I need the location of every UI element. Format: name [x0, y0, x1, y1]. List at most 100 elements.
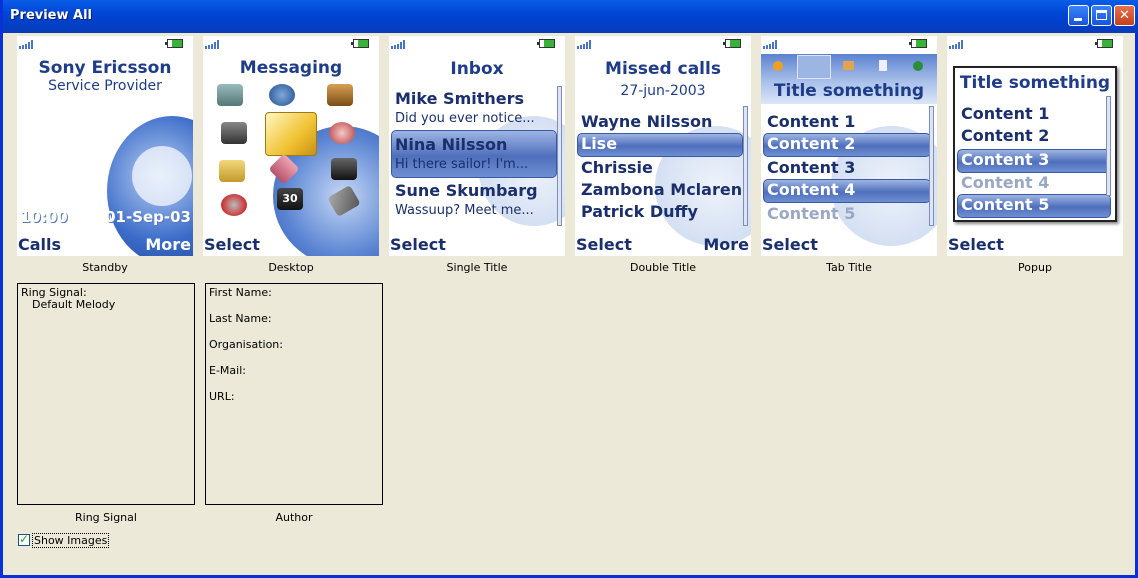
list-item[interactable]: Chrissie	[581, 158, 653, 177]
tab-globe-icon[interactable]	[913, 61, 923, 71]
list-item[interactable]: Content 2	[767, 134, 855, 153]
list-item[interactable]: Content 4	[961, 173, 1049, 192]
desktop-title: Messaging	[239, 58, 343, 78]
standby-preview: Sony Ericsson Service Provider 10:00 01-…	[17, 36, 193, 256]
ring-signal-caption: Ring Signal	[75, 511, 137, 524]
list-item[interactable]: Content 1	[961, 104, 1049, 123]
desktop-preview: Messaging 30 Select	[203, 36, 379, 256]
internet-icon[interactable]	[269, 84, 295, 106]
standby-subtitle: Service Provider	[48, 78, 162, 94]
single-title: Inbox	[450, 59, 504, 79]
tab-title: Title something	[773, 81, 925, 101]
entertainment-icon[interactable]	[327, 84, 353, 106]
show-images-checkbox[interactable]: ✓	[18, 532, 30, 546]
tab-selected-icon[interactable]	[797, 55, 831, 79]
battery-icon	[723, 39, 741, 48]
show-images-label[interactable]: Show Images	[32, 533, 110, 548]
radio-icon[interactable]	[331, 158, 357, 180]
tab-left-softkey[interactable]: Select	[762, 235, 818, 254]
list-item-name[interactable]: Nina Nilsson	[395, 135, 507, 154]
tab-smiley-icon[interactable]	[773, 61, 783, 71]
minimize-button[interactable]	[1068, 5, 1089, 26]
tab-mail-icon[interactable]	[843, 61, 854, 70]
standby-title: Sony Ericsson	[38, 58, 172, 78]
url-label: URL:	[209, 390, 235, 403]
list-item[interactable]: Lise	[581, 134, 617, 153]
popup-preview: Title something Content 1 Content 2 Cont…	[947, 36, 1123, 256]
list-item[interactable]: Patrick Duffy	[581, 202, 698, 221]
minimize-icon	[1074, 18, 1082, 21]
standby-left-softkey[interactable]: Calls	[18, 235, 61, 254]
double-title: Missed calls	[605, 59, 721, 79]
ring-signal-panel[interactable]: Ring Signal: Default Melody	[17, 283, 195, 505]
list-item-preview: Hi there sailor! I'm...	[395, 157, 529, 172]
list-item[interactable]: Content 3	[961, 150, 1049, 169]
media-icon[interactable]	[329, 122, 355, 144]
list-item-preview: Did you ever notice...	[395, 111, 535, 126]
signal-icon	[205, 40, 225, 49]
standby-right-softkey[interactable]: More	[145, 235, 191, 254]
organisation-label: Organisation:	[209, 338, 283, 351]
list-item-name[interactable]: Sune Skumbarg	[395, 181, 538, 200]
window-title: Preview All	[10, 8, 93, 23]
camera-icon[interactable]	[221, 122, 247, 144]
close-icon: ✕	[1119, 8, 1130, 23]
popup-left-softkey[interactable]: Select	[948, 235, 1004, 254]
list-item[interactable]: Content 2	[961, 126, 1049, 145]
signal-icon	[577, 40, 597, 49]
battery-icon	[909, 39, 927, 48]
close-button[interactable]: ✕	[1114, 5, 1135, 26]
list-item-preview: Wassuup? Meet me...	[395, 203, 534, 218]
list-item-name[interactable]: Mike Smithers	[395, 89, 524, 108]
battery-icon	[165, 39, 183, 48]
popup-caption: Popup	[1018, 261, 1052, 274]
tab-doc-icon[interactable]	[879, 60, 887, 71]
single-left-softkey[interactable]: Select	[390, 235, 446, 254]
single-title-caption: Single Title	[446, 261, 508, 274]
last-name-label: Last Name:	[209, 312, 272, 325]
signal-icon	[949, 40, 969, 49]
messaging-icon[interactable]	[265, 112, 317, 156]
scrollbar[interactable]	[743, 106, 748, 226]
calendar-icon[interactable]: 30	[277, 188, 303, 210]
standby-date: 01-Sep-03	[105, 208, 191, 226]
battery-icon	[1095, 39, 1113, 48]
list-item[interactable]: Content 3	[767, 158, 855, 177]
double-right-softkey[interactable]: More	[703, 235, 749, 254]
popup-title: Title something	[959, 73, 1111, 93]
check-icon: ✓	[19, 532, 30, 546]
title-bar[interactable]: Preview All ✕	[3, 0, 1138, 33]
email-label: E-Mail:	[209, 364, 246, 377]
standby-caption: Standby	[82, 261, 128, 274]
author-panel[interactable]: First Name: Last Name: Organisation: E-M…	[205, 283, 383, 505]
contacts-icon[interactable]	[217, 84, 243, 106]
list-item[interactable]: Content 5	[961, 195, 1049, 214]
maximize-icon	[1096, 10, 1107, 20]
signal-icon	[763, 40, 783, 49]
list-item[interactable]: Zambona Mclaren	[581, 180, 742, 199]
settings-icon[interactable]	[221, 194, 247, 216]
tab-title-caption: Tab Title	[826, 261, 872, 274]
wallpaper-swirl-inner	[132, 146, 192, 206]
list-item[interactable]: Content 4	[767, 180, 855, 199]
list-item[interactable]: Content 5	[767, 204, 855, 223]
double-subtitle: 27-jun-2003	[620, 83, 706, 99]
signal-icon	[19, 40, 39, 49]
desktop-left-softkey[interactable]: Select	[204, 235, 260, 254]
scrollbar[interactable]	[1106, 96, 1111, 196]
standby-time: 10:00	[20, 208, 68, 226]
list-item[interactable]: Wayne Nilsson	[581, 112, 712, 131]
signal-icon	[391, 40, 411, 49]
double-left-softkey[interactable]: Select	[576, 235, 632, 254]
scrollbar[interactable]	[929, 106, 934, 226]
double-title-preview: Missed calls 27-jun-2003 Wayne Nilsson L…	[575, 36, 751, 256]
first-name-label: First Name:	[209, 286, 272, 299]
scrollbar[interactable]	[557, 86, 562, 226]
maximize-button[interactable]	[1091, 5, 1112, 26]
list-item[interactable]: Content 1	[767, 112, 855, 131]
battery-icon	[351, 39, 369, 48]
double-title-caption: Double Title	[629, 261, 697, 274]
battery-icon	[537, 39, 555, 48]
file-manager-icon[interactable]	[219, 160, 245, 182]
tab-title-preview: Title something Content 1 Content 2 Cont…	[761, 36, 937, 256]
